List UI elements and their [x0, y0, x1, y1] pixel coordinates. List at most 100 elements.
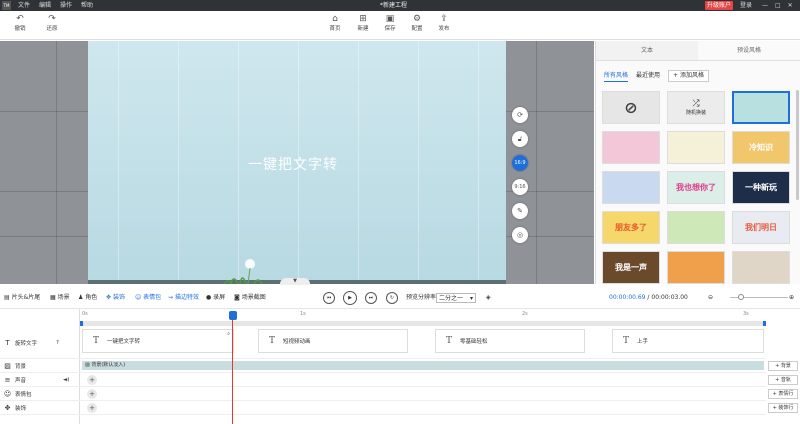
style-thumbnail[interactable]: [602, 171, 660, 204]
style-thumbnail[interactable]: 冷知识: [732, 131, 790, 164]
stroke-effect-button[interactable]: ⇝ 描边特效: [168, 287, 199, 309]
next-button[interactable]: ⏭︎: [365, 292, 377, 304]
add-decoration-button[interactable]: +: [87, 403, 97, 413]
style-none[interactable]: ⊘: [602, 91, 660, 124]
undo-button[interactable]: ↶ 撤销: [8, 14, 32, 34]
style-thumbnail[interactable]: [602, 131, 660, 164]
text-track: T 一键把文字转 ⌕ T 短视频动画 T 零基础轻松 T 上手: [80, 327, 766, 359]
add-audio-track-button[interactable]: + 音轨: [768, 375, 798, 385]
settings-side-button[interactable]: ◎: [512, 227, 528, 243]
menu-help[interactable]: 帮助: [81, 0, 93, 11]
style-random[interactable]: ⤮ 随机换装: [667, 91, 725, 124]
text-clip-icon: T: [93, 336, 100, 346]
loop-button[interactable]: ↻: [386, 292, 398, 304]
tab-preset-style[interactable]: 预设风格: [698, 41, 800, 60]
style-panel: 文本 预设风格 所有风格 最近使用 + 添加风格 ⊘ ⤮ 随机换装 冷知识 我也想你…: [595, 41, 800, 284]
menu-operate[interactable]: 操作: [60, 0, 72, 11]
resolution-select[interactable]: 二分之一 ▾: [436, 293, 476, 303]
background-icon: ▨: [4, 361, 11, 370]
maximize-icon[interactable]: □: [775, 0, 781, 11]
settings-button[interactable]: ⚙ 配置: [405, 14, 429, 34]
menu-file[interactable]: 文件: [18, 0, 30, 11]
intro-outro-button[interactable]: ▤ 片头&片尾: [4, 287, 40, 309]
track-label-sound: ≡ 声音 ◄): [0, 373, 80, 387]
playhead[interactable]: [232, 313, 233, 424]
style-thumbnail[interactable]: [732, 251, 790, 284]
close-icon[interactable]: ✕: [788, 0, 793, 11]
filter-all[interactable]: 所有风格: [604, 71, 629, 82]
stage-text[interactable]: 一键把文字转: [248, 154, 338, 174]
text-clip[interactable]: T 上手: [612, 329, 764, 353]
publish-button[interactable]: ⇪ 发布: [432, 14, 456, 34]
text-clip[interactable]: T 一键把文字转 ⌕: [82, 329, 234, 353]
home-button[interactable]: ⌂ 首页: [323, 14, 347, 34]
camera-icon: ◙: [234, 294, 242, 301]
ratio-16-9-button[interactable]: 16:9: [512, 155, 528, 171]
redo-button[interactable]: ↷ 还原: [40, 14, 64, 34]
add-emoji-button[interactable]: +: [87, 389, 97, 399]
login-button[interactable]: 登录: [740, 0, 752, 11]
style-thumbnail[interactable]: [667, 131, 725, 164]
prev-button[interactable]: ⏮︎: [323, 292, 335, 304]
lock-button[interactable]: 🔓︎: [512, 131, 528, 147]
collapse-toggle[interactable]: ▼: [280, 278, 310, 285]
minimize-icon[interactable]: —: [762, 0, 768, 11]
background-clip[interactable]: ▨ 背景(默认淡入): [82, 361, 764, 370]
decoration-button[interactable]: ✥ 装饰: [106, 287, 125, 309]
record-button[interactable]: ● 录屏: [206, 287, 225, 309]
save-button[interactable]: ▣ 保存: [378, 14, 402, 34]
menu-edit[interactable]: 编辑: [39, 0, 51, 11]
style-thumbnail[interactable]: 我也想你了: [667, 171, 725, 204]
new-icon: ⊞: [359, 14, 367, 24]
skip-back-icon: ⏮︎: [326, 295, 332, 301]
add-emoji-row-button[interactable]: + 表情行: [768, 389, 798, 399]
search-icon[interactable]: ⌕: [227, 331, 230, 337]
shuffle-icon: ⤮: [692, 99, 700, 109]
zoom-out-icon[interactable]: ⊖: [708, 287, 713, 309]
zoom-handle[interactable]: [738, 294, 744, 300]
panel-scrollbar[interactable]: [796, 90, 799, 200]
style-thumbnail[interactable]: 我是一声: [602, 251, 660, 284]
filter-recent[interactable]: 最近使用: [636, 71, 660, 81]
play-button[interactable]: ▶: [343, 291, 357, 305]
zoom-in-icon[interactable]: ⊕: [789, 287, 794, 309]
ratio-9-16-button[interactable]: 9:16: [512, 179, 528, 195]
volume-icon[interactable]: ◄): [63, 377, 69, 383]
decoration-icon: ✥: [106, 294, 113, 301]
emoji-button[interactable]: ☺ 表情包: [135, 287, 161, 309]
upgrade-button[interactable]: 升级账户: [705, 1, 733, 10]
time-ruler[interactable]: 0s 1s 2s 3s: [80, 309, 766, 327]
add-decoration-row-button[interactable]: + 装饰行: [768, 403, 798, 413]
scene-button[interactable]: ▦ 场景: [50, 287, 70, 309]
style-thumbnail[interactable]: 一种新玩: [732, 171, 790, 204]
main-toolbar: ↶ 撤销 ↷ 还原 ⌂ 首页 ⊞ 新建 ▣ 保存 ⚙ 配置 ⇪ 发布: [0, 11, 800, 40]
text-clip[interactable]: T 零基础轻松: [435, 329, 585, 353]
publish-icon: ⇪: [440, 14, 448, 24]
character-button[interactable]: ♟ 角色: [78, 287, 97, 309]
help-icon[interactable]: ?: [56, 340, 59, 346]
rotate-button[interactable]: ⟳: [512, 107, 528, 123]
emoji-track: +: [80, 387, 766, 401]
edit-button[interactable]: ✎: [512, 203, 528, 219]
add-style-button[interactable]: + 添加风格: [668, 70, 709, 82]
window-title: *新建工程: [380, 2, 408, 9]
text-clip[interactable]: T 短视频动画: [258, 329, 408, 353]
playhead-handle[interactable]: [229, 311, 237, 320]
style-thumbnail[interactable]: 朋友多了: [602, 211, 660, 244]
video-stage[interactable]: 一键把文字转: [88, 41, 506, 284]
home-icon: ⌂: [332, 14, 338, 24]
style-thumbnail[interactable]: [732, 91, 790, 124]
redo-icon: ↷: [48, 14, 56, 24]
add-background-track-button[interactable]: + 背景: [768, 361, 798, 371]
screenshot-button[interactable]: ◙ 场景截图: [234, 287, 266, 309]
film-icon: ▤: [4, 294, 12, 301]
tab-text[interactable]: 文本: [596, 41, 698, 60]
new-button[interactable]: ⊞ 新建: [351, 14, 375, 34]
layers-icon[interactable]: ◈: [486, 287, 491, 309]
style-thumbnail[interactable]: 我们明日: [732, 211, 790, 244]
style-thumbnail[interactable]: [667, 251, 725, 284]
chevron-down-icon: ▼: [293, 278, 297, 284]
range-bar[interactable]: [80, 321, 766, 326]
add-sound-button[interactable]: +: [87, 375, 97, 385]
style-thumbnail[interactable]: [667, 211, 725, 244]
